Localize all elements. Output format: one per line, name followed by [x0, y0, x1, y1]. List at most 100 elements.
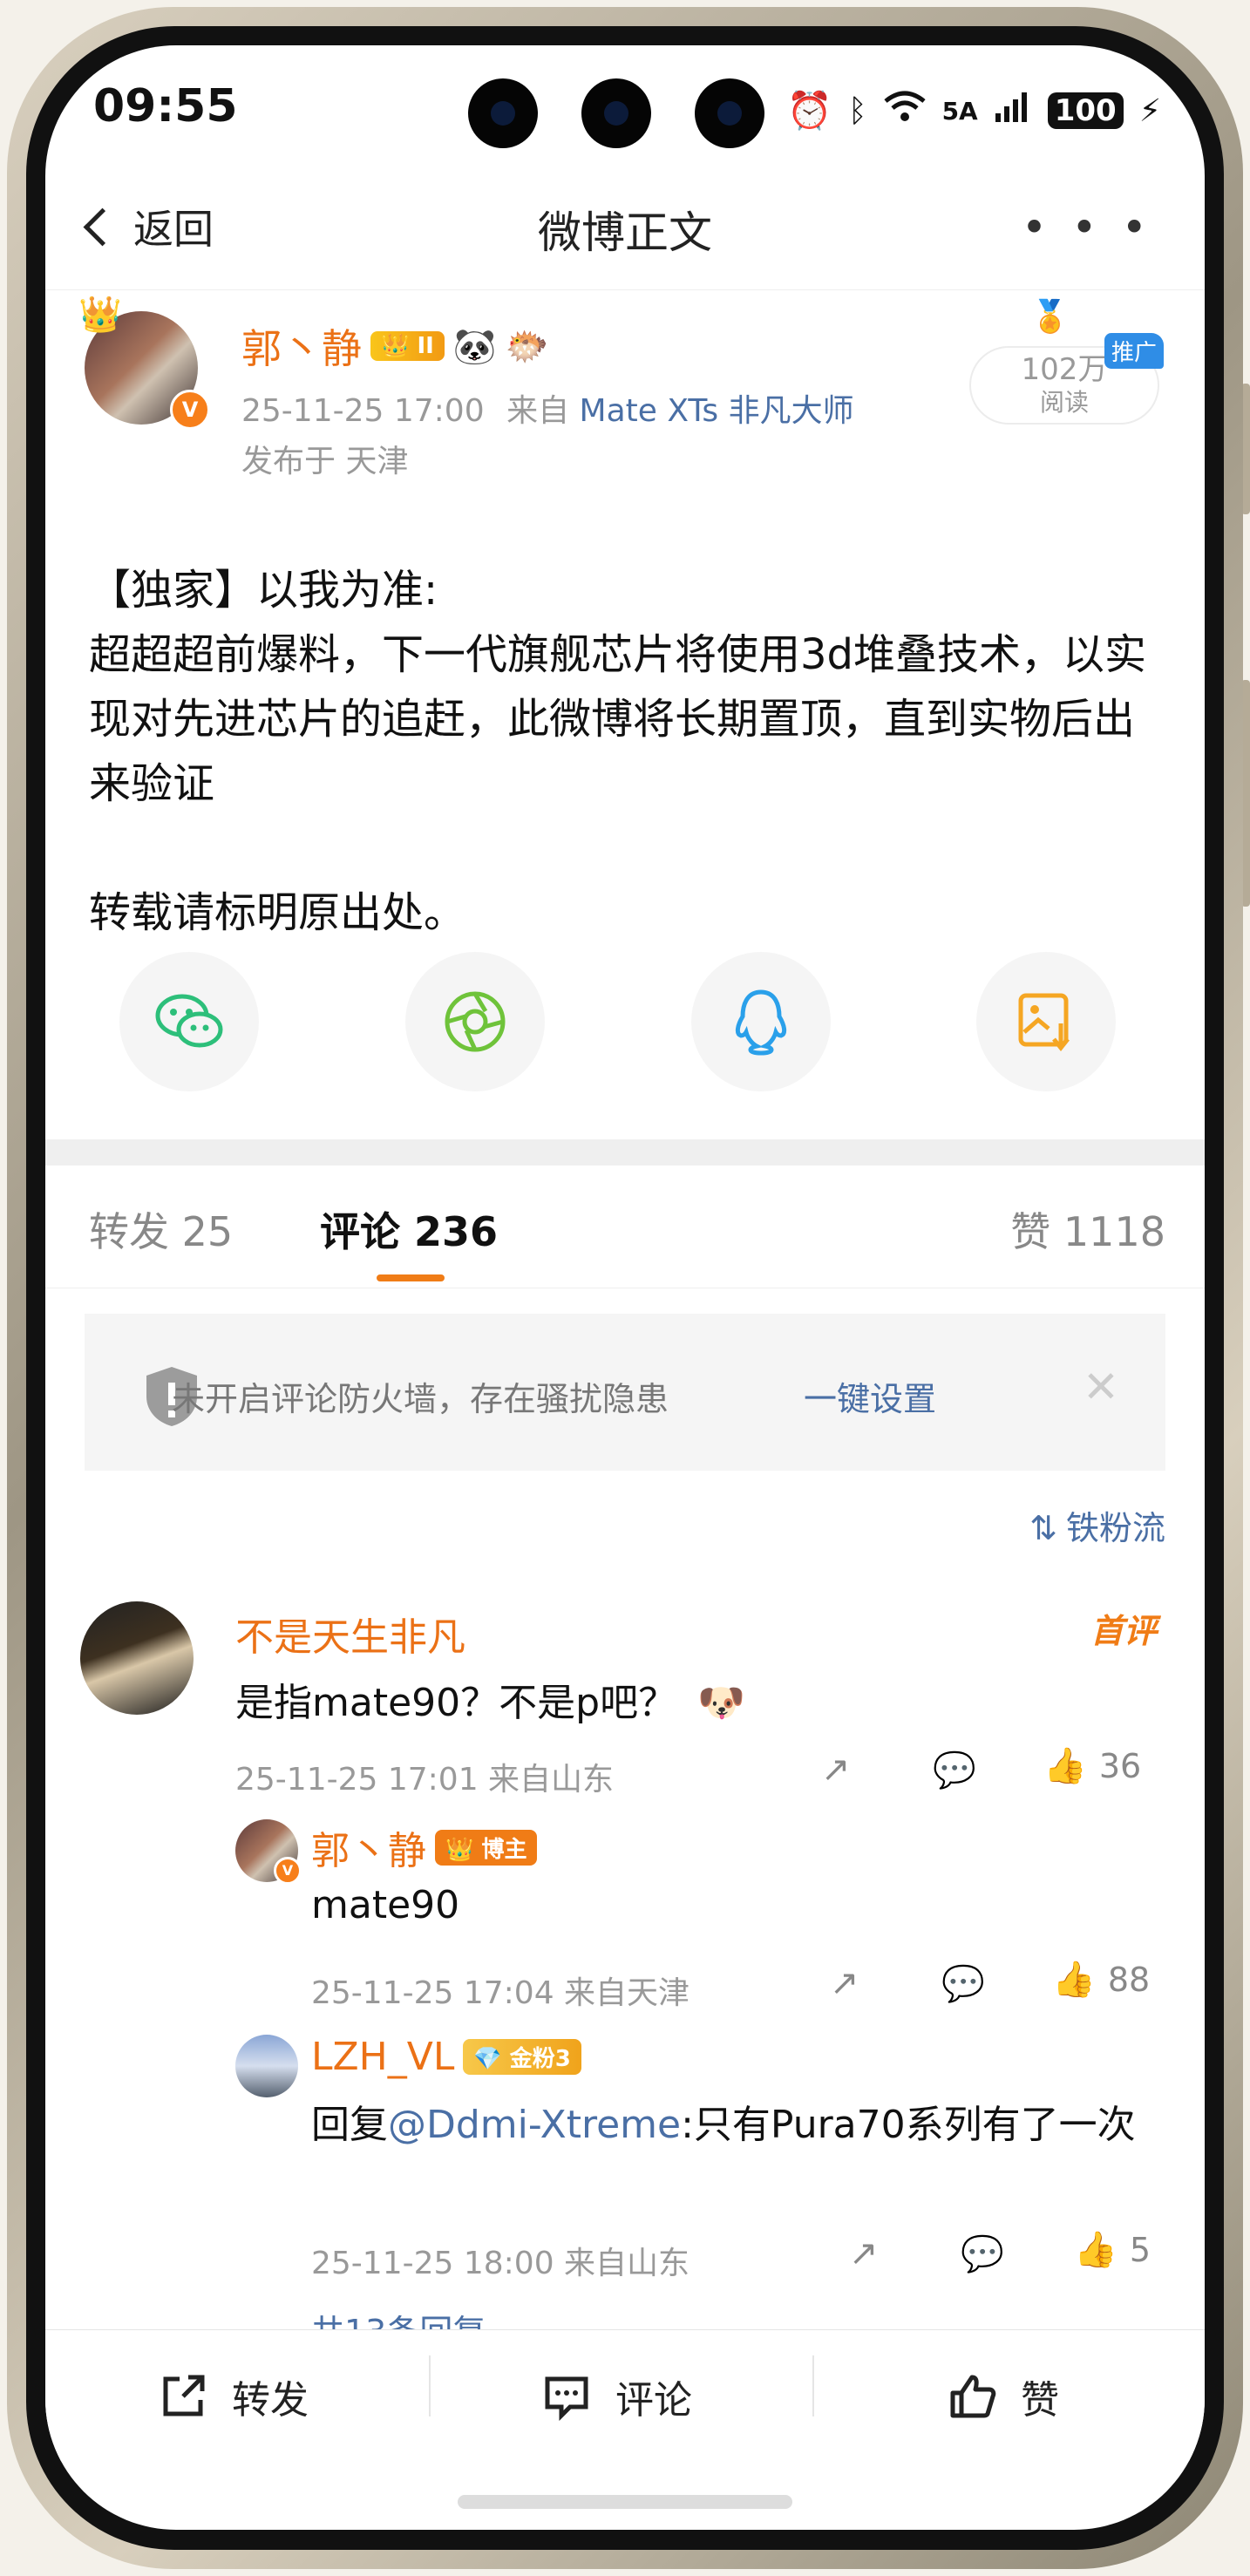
camera-icon — [695, 78, 764, 148]
wifi-icon — [883, 89, 927, 133]
sort-button[interactable]: ⇅ 铁粉流 — [1029, 1501, 1165, 1549]
bottom-like-label: 赞 — [1021, 2378, 1059, 2423]
bottom-comment-button[interactable]: 评论 — [542, 2369, 692, 2424]
promo-badge[interactable]: 推广 — [1104, 333, 1165, 369]
like-count: 36 — [1098, 1746, 1142, 1785]
firewall-setup-link[interactable]: 一键设置 — [804, 1372, 936, 1420]
reply-author-name[interactable]: LZH_VL — [311, 2035, 454, 2079]
post-meta: 25-11-25 17:00 来自 Mate XTs 非凡大师 — [241, 385, 854, 431]
bottom-separator — [812, 2355, 814, 2416]
reply-avatar[interactable] — [235, 2035, 298, 2097]
alarm-icon: ⏰ — [786, 89, 832, 132]
tab-comments[interactable]: 评论 236 — [320, 1200, 498, 1258]
medal-icon: 🏅 — [1030, 299, 1070, 335]
phone-frame: 09:55 ⏰ ᛒ 5A 100 ⚡ 返回 微博正文 • • • 👑 V 郭丶静… — [0, 0, 1250, 2576]
share-comment-icon[interactable]: ↗ — [821, 1750, 851, 1790]
comment-meta: 25-11-25 17:01 来自山东 — [235, 1762, 615, 1798]
thumbs-up-icon: 👍 — [1052, 1960, 1096, 2000]
share-comment-icon[interactable]: ↗ — [830, 1963, 859, 2003]
signal-icon: 5A — [941, 96, 978, 126]
comment-icon — [545, 2376, 588, 2421]
read-label: 阅读 — [1039, 388, 1089, 417]
gold-fan-badge-text: 金粉3 — [509, 2046, 571, 2072]
commenter-avatar[interactable] — [80, 1601, 194, 1715]
like-count: 5 — [1129, 2230, 1151, 2269]
moments-icon — [445, 991, 506, 1052]
reply-meta: 25-11-25 17:04 来自天津 — [311, 1975, 690, 2011]
reply-prefix: 回复 — [311, 2103, 388, 2147]
comment-text-body: 是指mate90？不是p吧？ — [235, 1681, 677, 1725]
reply-author-row: LZH_VL 💎 金粉3 — [311, 2035, 581, 2079]
reply-comment-icon[interactable]: 💬 — [941, 1963, 985, 2004]
post-time: 25-11-25 17:00 — [241, 393, 485, 429]
tab-repost[interactable]: 转发 25 — [89, 1200, 233, 1258]
author-name[interactable]: 郭丶静 — [241, 317, 362, 375]
wechat-icon — [155, 994, 223, 1048]
from-label: 来自 — [506, 393, 570, 429]
author-row: 郭丶静 👑 II 🐼 🐡 — [241, 317, 548, 375]
first-comment-tag: 首评 — [1090, 1612, 1157, 1650]
home-indicator — [458, 2495, 792, 2509]
bottom-repost-button[interactable]: 转发 — [159, 2369, 309, 2424]
commenter-name[interactable]: 不是天生非凡 — [235, 1606, 465, 1662]
camera-icon — [468, 78, 538, 148]
qq-icon — [735, 989, 787, 1056]
gold-fan-badge: 💎 金粉3 — [463, 2039, 581, 2075]
reply-author-name[interactable]: 郭丶静 — [311, 1819, 426, 1875]
comment-like-button[interactable]: 👍 36 — [1043, 1745, 1141, 1786]
fish-icon: 🐡 — [505, 326, 549, 367]
reply-text: 回复@Ddmi-Xtreme:只有Pura70系列有了一次 — [311, 2098, 1183, 2152]
share-comment-icon[interactable]: ↗ — [849, 2233, 879, 2274]
share-moments-button[interactable] — [405, 952, 545, 1091]
reply-like-button[interactable]: 👍 5 — [1074, 2229, 1151, 2270]
post-location: 发布于 天津 — [241, 444, 409, 479]
tab-indicator — [377, 1274, 445, 1281]
post-content: 【独家】以我为准: 超超超前爆料，下一代旗舰芯片将使用3d堆叠技术，以实现对先进… — [89, 566, 1147, 937]
cell-bars-icon — [994, 89, 1032, 133]
verified-badge-icon: V — [170, 390, 210, 430]
thumbs-up-icon: 👍 — [1043, 1746, 1087, 1786]
tab-likes[interactable]: 赞 1118 — [1010, 1200, 1165, 1258]
reply-meta: 25-11-25 18:00 来自山东 — [311, 2246, 690, 2281]
save-image-button[interactable] — [976, 952, 1116, 1091]
charging-icon: ⚡ — [1138, 92, 1161, 129]
share-qq-button[interactable] — [691, 952, 831, 1091]
camera-icon — [581, 78, 651, 148]
reply-author-row: 郭丶静 👑 博主 — [311, 1819, 538, 1875]
bottom-comment-label: 评论 — [615, 2378, 692, 2423]
close-icon[interactable]: ✕ — [1083, 1362, 1119, 1412]
blogger-badge: 👑 博主 — [435, 1829, 538, 1866]
bottom-like-button[interactable]: 赞 — [948, 2369, 1059, 2424]
status-icons: ⏰ ᛒ 5A 100 ⚡ — [787, 89, 1161, 133]
section-divider — [45, 1139, 1205, 1166]
reply-comment-icon[interactable]: 💬 — [961, 2233, 1004, 2274]
bottom-separator — [429, 2355, 431, 2416]
thumbs-up-icon: 👍 — [1074, 2230, 1118, 2270]
mention-link[interactable]: @Ddmi-Xtreme — [388, 2103, 681, 2147]
reply-text-body: :只有Pura70系列有了一次 — [681, 2103, 1136, 2147]
sort-icon: ⇅ — [1029, 1509, 1057, 1547]
save-image-icon — [1018, 993, 1070, 1052]
battery-icon: 100 — [1047, 92, 1124, 129]
post-device[interactable]: Mate XTs 非凡大师 — [580, 393, 854, 429]
thumbs-up-icon — [950, 2375, 996, 2418]
panda-icon: 🐼 — [452, 326, 497, 367]
verified-badge-icon: V — [274, 1857, 302, 1885]
vip-level-badge: 👑 II — [370, 331, 445, 361]
status-time: 09:55 — [93, 80, 238, 133]
bluetooth-icon: ᛒ — [847, 92, 867, 129]
more-options-icon[interactable]: • • • — [1022, 202, 1152, 253]
comment-text: 是指mate90？不是p吧？ 🐶 — [235, 1671, 745, 1727]
firewall-text: 未开启评论防火墙，存在骚扰隐患 — [172, 1380, 669, 1418]
bottom-repost-label: 转发 — [232, 2378, 309, 2423]
reply-like-button[interactable]: 👍 88 — [1052, 1959, 1150, 2000]
share-wechat-button[interactable] — [119, 952, 259, 1091]
repost-icon — [163, 2375, 205, 2416]
doge-emoji-icon: 🐶 — [697, 1681, 745, 1725]
screen: 09:55 ⏰ ᛒ 5A 100 ⚡ 返回 微博正文 • • • 👑 V 郭丶静… — [45, 45, 1205, 2530]
sort-label: 铁粉流 — [1065, 1509, 1165, 1547]
blogger-badge-text: 博主 — [481, 1836, 527, 1863]
reply-text: mate90 — [311, 1883, 460, 1927]
like-count: 88 — [1107, 1960, 1151, 1999]
reply-comment-icon[interactable]: 💬 — [933, 1750, 976, 1791]
